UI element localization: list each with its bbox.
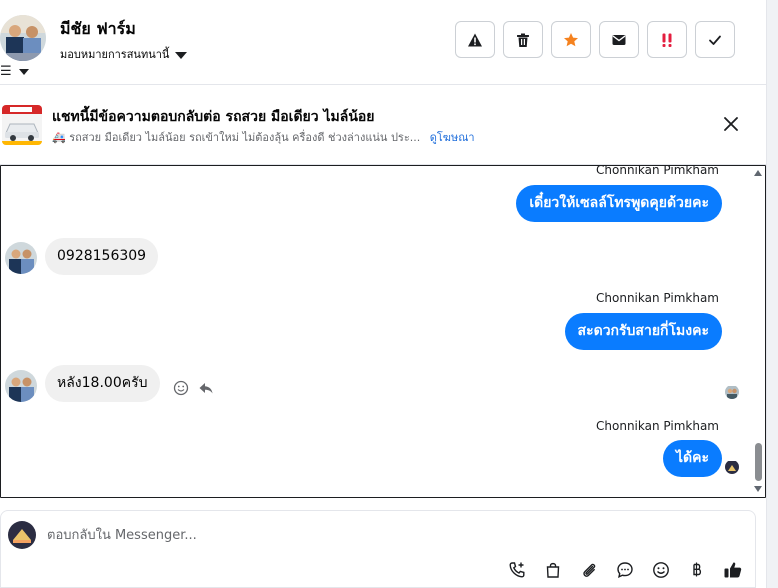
ad-thumbnail[interactable] [2, 105, 42, 145]
conversation-header: มีชัย ฟาร์ม มอบหมายการสนทนานี้ ☰ [0, 0, 766, 85]
important-icon [662, 33, 672, 47]
check-icon [709, 35, 721, 45]
reply-input[interactable] [47, 524, 727, 546]
ad-description-row: 🚑 รถสวย มือเดียว ไมล์น้อย รถเข้าใหม่ ไม่… [52, 128, 475, 146]
contact-avatar-small[interactable] [5, 242, 37, 274]
seen-avatar [725, 460, 739, 474]
page-avatar [8, 521, 36, 549]
header-actions [455, 21, 735, 58]
bag-icon[interactable] [542, 559, 564, 581]
ad-context-banner: แชทนี้มีข้อความตอบกลับต่อ รถสวย มือเดียว… [0, 85, 766, 165]
sender-name: Chonnikan Pimkham [596, 419, 719, 433]
thumbs-up-icon[interactable] [722, 559, 744, 581]
warning-icon [468, 33, 482, 46]
assign-label: มอบหมายการสนทนานี้ [60, 48, 170, 61]
baht-icon[interactable] [686, 559, 708, 581]
delete-button[interactable] [503, 21, 543, 58]
window-scrollbar[interactable] [766, 0, 778, 588]
contact-name[interactable]: มีชัย ฟาร์ม [60, 17, 136, 42]
chevron-down-icon [175, 51, 188, 59]
thread-scrollbar[interactable] [751, 166, 765, 497]
ambulance-icon: 🚑 [52, 131, 66, 144]
mark-done-button[interactable] [695, 21, 735, 58]
ad-title: แชทนี้มีข้อความตอบกลับต่อ รถสวย มือเดียว… [52, 109, 375, 125]
scrollbar-thumb[interactable] [755, 443, 762, 481]
list-filter-icon[interactable]: ☰ [0, 64, 12, 79]
contact-avatar-small[interactable] [5, 370, 37, 402]
composer-toolbar [506, 559, 744, 581]
report-button[interactable] [455, 21, 495, 58]
emoji-reaction-icon[interactable] [173, 380, 189, 400]
follow-up-button[interactable] [647, 21, 687, 58]
sender-name: Chonnikan Pimkham [596, 165, 719, 177]
reply-icon[interactable] [198, 380, 214, 400]
outgoing-message[interactable]: เดี๋ยวให้เซลล์โทรพูดคุยด้วยคะ [516, 185, 722, 222]
incoming-message[interactable]: 0928156309 [45, 238, 159, 275]
view-ad-link[interactable]: ดูโฆษณา [430, 131, 475, 144]
close-icon[interactable] [720, 113, 742, 135]
outgoing-message[interactable]: ได้คะ [662, 440, 722, 477]
trash-icon [517, 33, 529, 47]
ad-description: รถสวย มือเดียว ไมล์น้อย รถเข้าใหม่ ไม่ต้… [69, 131, 421, 144]
seen-avatar [725, 385, 739, 399]
contact-avatar[interactable] [0, 15, 46, 61]
message-composer [0, 510, 756, 588]
emoji-icon[interactable] [650, 559, 672, 581]
scroll-down-icon[interactable] [754, 486, 762, 492]
star-button[interactable] [551, 21, 591, 58]
star-icon [564, 32, 578, 46]
phone-add-icon[interactable] [506, 559, 528, 581]
scroll-up-icon[interactable] [754, 170, 762, 176]
assign-conversation-dropdown[interactable]: มอบหมายการสนทนานี้ [60, 45, 188, 63]
incoming-message[interactable]: หลัง18.00ครับ [45, 365, 160, 402]
chevron-down-icon[interactable] [19, 69, 29, 75]
mark-unread-button[interactable] [599, 21, 639, 58]
message-thread[interactable]: Chonnikan Pimkham เดี๋ยวให้เซลล์โทรพูดคุ… [0, 165, 766, 498]
paperclip-icon[interactable] [578, 559, 600, 581]
mail-icon [612, 34, 626, 45]
outgoing-message[interactable]: สะดวกรับสายกี่โมงคะ [564, 313, 722, 350]
chat-bubble-icon[interactable] [614, 559, 636, 581]
sender-name: Chonnikan Pimkham [596, 291, 719, 305]
